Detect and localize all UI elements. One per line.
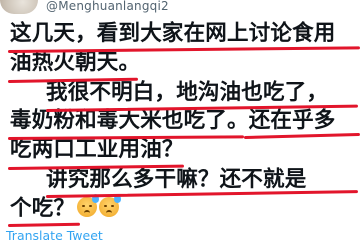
- tweet-line-text: 个吃？: [10, 196, 76, 221]
- crying-emoji-icon: [77, 194, 100, 217]
- red-underline: [7, 222, 81, 227]
- translate-tweet-link[interactable]: Translate Tweet: [6, 228, 103, 240]
- avatar[interactable]: [0, 0, 38, 14]
- tweet-line-with-emoji: 个吃？: [10, 194, 122, 223]
- tweet-line: 这几天，看到大家在网上讨论食用: [10, 21, 336, 46]
- crying-emoji-icon: [99, 194, 122, 217]
- tweet-line: 讲究那么多干嘛？还不就是: [46, 167, 307, 192]
- tweet-line: 我很不明白，地沟油也吃了，: [46, 80, 329, 105]
- author-handle[interactable]: @Menghuanlangqi2: [46, 0, 169, 13]
